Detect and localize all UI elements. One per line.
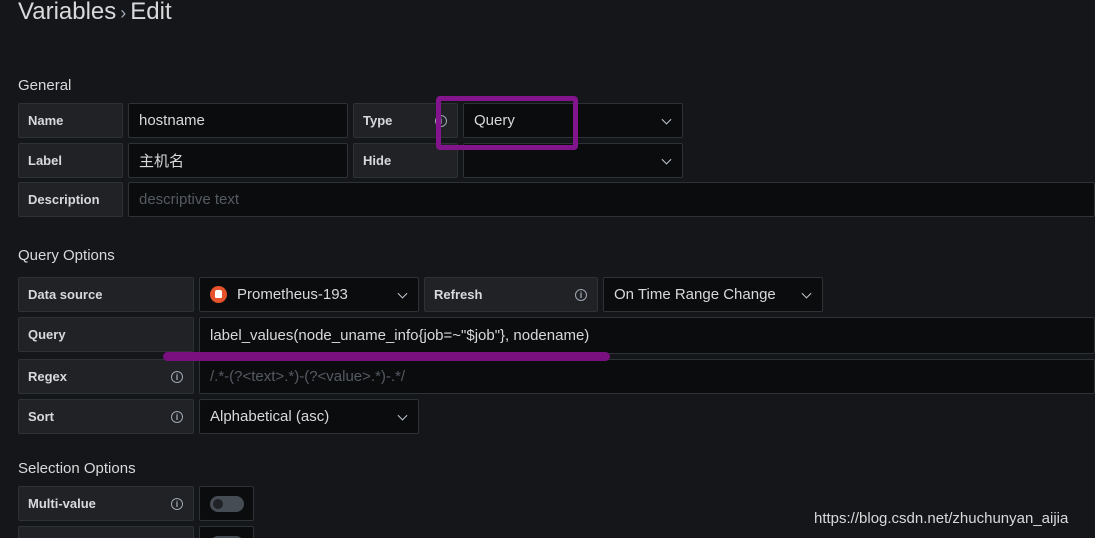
regex-label-text: Regex xyxy=(28,369,68,384)
description-label: Description xyxy=(18,182,123,217)
multivalue-toggle[interactable] xyxy=(210,495,244,512)
refresh-label-text: Refresh xyxy=(434,287,483,302)
name-input[interactable]: hostname xyxy=(128,103,348,138)
multivalue-toggle-container[interactable] xyxy=(199,486,254,521)
sort-label: Sort i xyxy=(18,399,194,434)
datasource-select[interactable]: Prometheus-193 xyxy=(199,277,419,312)
regex-input[interactable]: /.*-(?<text>.*)-(?<value>.*)-.*/ xyxy=(199,359,1095,394)
label-label: Label xyxy=(18,143,123,178)
refresh-label: Refresh i xyxy=(424,277,598,312)
page-title: Variables › Edit xyxy=(18,0,172,26)
breadcrumb-edit: Edit xyxy=(130,0,172,25)
sort-label-text: Sort xyxy=(28,409,54,424)
breadcrumb-separator: › xyxy=(120,3,127,23)
label-input[interactable]: 主机名 xyxy=(128,143,348,178)
chevron-down-icon xyxy=(801,288,812,299)
info-circle-icon[interactable]: i xyxy=(171,497,183,510)
includeall-label: i xyxy=(18,526,194,538)
multivalue-label: Multi-value i xyxy=(18,486,194,521)
datasource-label: Data source xyxy=(18,277,194,312)
regex-label: Regex i xyxy=(18,359,194,394)
selection-options-section-title: Selection Options xyxy=(18,460,136,477)
refresh-select[interactable]: On Time Range Change xyxy=(603,277,823,312)
includeall-toggle-container[interactable] xyxy=(199,526,254,538)
chevron-down-icon xyxy=(661,114,672,125)
annotation-underline xyxy=(163,352,610,361)
info-circle-icon[interactable]: i xyxy=(171,370,183,383)
chevron-down-icon xyxy=(397,410,408,421)
annotation-highlight-box xyxy=(436,96,578,150)
chevron-down-icon xyxy=(397,288,408,299)
breadcrumb-variables[interactable]: Variables xyxy=(18,0,116,25)
type-label-text: Type xyxy=(363,113,393,128)
info-circle-icon[interactable]: i xyxy=(171,410,183,423)
description-input[interactable]: descriptive text xyxy=(128,182,1095,217)
query-label: Query xyxy=(18,317,194,352)
sort-select[interactable]: Alphabetical (asc) xyxy=(199,399,419,434)
watermark-text: https://blog.csdn.net/zhuchunyan_aijia xyxy=(814,510,1069,527)
general-section-title: General xyxy=(18,77,72,94)
chevron-down-icon xyxy=(661,154,672,165)
datasource-select-value: Prometheus-193 xyxy=(237,286,348,303)
sort-select-value: Alphabetical (asc) xyxy=(210,408,330,425)
prometheus-icon xyxy=(210,286,227,303)
query-input[interactable]: label_values(node_uname_info{job=~"$job"… xyxy=(199,317,1095,354)
multivalue-label-text: Multi-value xyxy=(28,496,96,511)
info-circle-icon[interactable]: i xyxy=(575,288,587,301)
query-options-section-title: Query Options xyxy=(18,247,115,264)
refresh-select-value: On Time Range Change xyxy=(614,286,776,303)
name-label: Name xyxy=(18,103,123,138)
